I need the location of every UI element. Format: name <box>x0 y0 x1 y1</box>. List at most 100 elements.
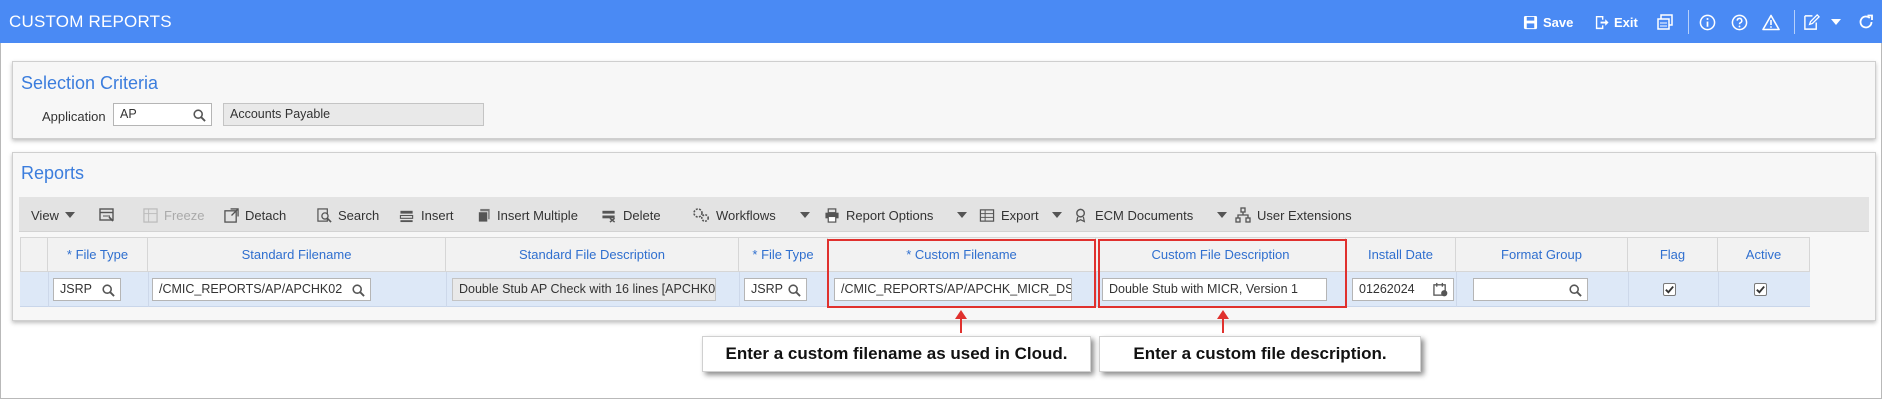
detach-button[interactable]: Detach <box>224 206 286 224</box>
callout-custom-file-description: Enter a custom file description. <box>1099 336 1421 372</box>
column-header-active[interactable]: Active <box>1718 237 1810 272</box>
chevron-down-icon <box>1217 212 1228 218</box>
reports-toolbar: View Freeze Detach Search Insert Insert … <box>19 197 1869 232</box>
user-extensions-label: User Extensions <box>1257 207 1352 223</box>
user-extensions-icon <box>1235 207 1251 223</box>
active-checkbox[interactable] <box>1754 283 1767 296</box>
chevron-down-icon[interactable] <box>1826 12 1846 32</box>
application-field[interactable]: AP <box>113 103 212 126</box>
reports-title: Reports <box>21 163 85 183</box>
column-header-standard-filename[interactable]: Standard Filename <box>148 237 446 272</box>
column-header-format-group[interactable]: Format Group <box>1456 237 1628 272</box>
workflows-icon <box>693 208 710 223</box>
standard-filename-field[interactable]: /CMIC_REPORTS/AP/APCHK02 <box>152 278 371 301</box>
standard-filename-value: /CMIC_REPORTS/AP/APCHK02 <box>159 282 343 296</box>
export-menu[interactable]: Export <box>979 206 1062 224</box>
column-header-custom-file-type[interactable]: * File Type <box>739 237 828 272</box>
chevron-down-icon <box>64 212 75 218</box>
export-label: Export <box>1001 207 1039 223</box>
save-icon <box>1523 15 1538 29</box>
detach-label: Detach <box>245 207 287 223</box>
column-header-standard-file-description[interactable]: Standard File Description <box>446 237 739 272</box>
checkmark-icon <box>1665 285 1674 294</box>
warning-icon[interactable] <box>1761 12 1781 32</box>
install-date-value: 01262024 <box>1359 282 1415 296</box>
arrow-shaft <box>1222 318 1224 333</box>
custom-file-description-highlight <box>1098 239 1347 308</box>
selection-criteria-panel <box>12 61 1876 139</box>
row-selector-header <box>20 237 48 272</box>
insert-multiple-icon <box>477 208 490 223</box>
file-type-field[interactable]: JSRP <box>53 278 121 301</box>
freeze-button[interactable]: Freeze <box>143 206 204 224</box>
view-label: View <box>31 207 59 223</box>
insert-label: Insert <box>421 207 454 223</box>
cell-divider <box>1096 272 1097 307</box>
ecm-icon <box>1075 208 1086 223</box>
selection-criteria-title: Selection Criteria <box>21 73 159 93</box>
exit-button[interactable]: Exit <box>1594 12 1638 32</box>
insert-multiple-label: Insert Multiple <box>497 207 578 223</box>
cell-divider <box>148 272 149 307</box>
custom-file-type-value: JSRP <box>751 282 783 296</box>
delete-button[interactable]: Delete <box>601 206 661 224</box>
header-separator <box>1688 10 1689 34</box>
export-icon <box>979 208 995 222</box>
reports-icon[interactable] <box>1655 12 1675 32</box>
column-header-install-date[interactable]: Install Date <box>1346 237 1456 272</box>
info-icon[interactable] <box>1697 12 1717 32</box>
save-button[interactable]: Save <box>1523 12 1573 32</box>
refresh-icon[interactable] <box>1856 12 1876 32</box>
header-separator <box>1794 10 1795 34</box>
chevron-down-icon <box>1051 212 1062 218</box>
standard-file-description-field: Double Stub AP Check with 16 lines [APCH… <box>452 278 716 301</box>
format-group-field[interactable] <box>1473 278 1588 301</box>
cell-divider <box>446 272 447 307</box>
freeze-label: Freeze <box>164 207 205 223</box>
search-icon[interactable] <box>788 284 801 297</box>
search-icon[interactable] <box>352 284 365 297</box>
column-header-flag[interactable]: Flag <box>1628 237 1718 272</box>
exit-icon <box>1595 15 1609 29</box>
search-icon[interactable] <box>1569 284 1582 297</box>
flag-checkbox[interactable] <box>1663 283 1676 296</box>
freeze-icon <box>143 207 158 223</box>
exit-label: Exit <box>1614 14 1638 30</box>
cell-divider <box>1718 272 1719 307</box>
format-button[interactable] <box>99 206 115 224</box>
ecm-documents-menu[interactable]: ECM Documents <box>1074 206 1228 224</box>
insert-icon <box>399 210 414 222</box>
file-type-value: JSRP <box>60 282 92 296</box>
app-header: CUSTOM REPORTS Save Exit <box>0 0 1882 43</box>
search-icon <box>317 207 332 223</box>
calendar-icon[interactable] <box>1433 282 1448 297</box>
workflows-menu[interactable]: Workflows <box>692 206 810 224</box>
insert-button[interactable]: Insert <box>399 206 454 224</box>
view-menu[interactable]: View <box>31 206 75 224</box>
delete-label: Delete <box>623 207 661 223</box>
chevron-down-icon <box>957 212 968 218</box>
workflows-label: Workflows <box>716 207 776 223</box>
cell-divider <box>48 272 49 307</box>
ecm-documents-label: ECM Documents <box>1095 207 1194 223</box>
chevron-down-icon <box>799 212 810 218</box>
search-label: Search <box>338 207 380 223</box>
help-icon[interactable] <box>1729 12 1749 32</box>
search-icon[interactable] <box>193 109 206 122</box>
edit-icon[interactable] <box>1801 12 1821 32</box>
insert-multiple-button[interactable]: Insert Multiple <box>477 206 578 224</box>
search-button[interactable]: Search <box>317 206 379 224</box>
application-value: AP <box>120 107 137 121</box>
custom-file-type-field[interactable]: JSRP <box>744 278 807 301</box>
report-options-menu[interactable]: Report Options <box>824 206 968 224</box>
column-header-file-type[interactable]: * File Type <box>48 237 148 272</box>
save-label: Save <box>1543 14 1574 30</box>
user-extensions-button[interactable]: User Extensions <box>1235 206 1352 224</box>
report-options-label: Report Options <box>846 207 934 223</box>
format-icon <box>99 208 114 222</box>
callout-custom-filename: Enter a custom filename as used in Cloud… <box>702 336 1091 372</box>
detach-icon <box>224 207 239 223</box>
install-date-field[interactable]: 01262024 <box>1352 278 1454 301</box>
search-icon[interactable] <box>102 284 115 297</box>
cell-divider <box>739 272 740 307</box>
